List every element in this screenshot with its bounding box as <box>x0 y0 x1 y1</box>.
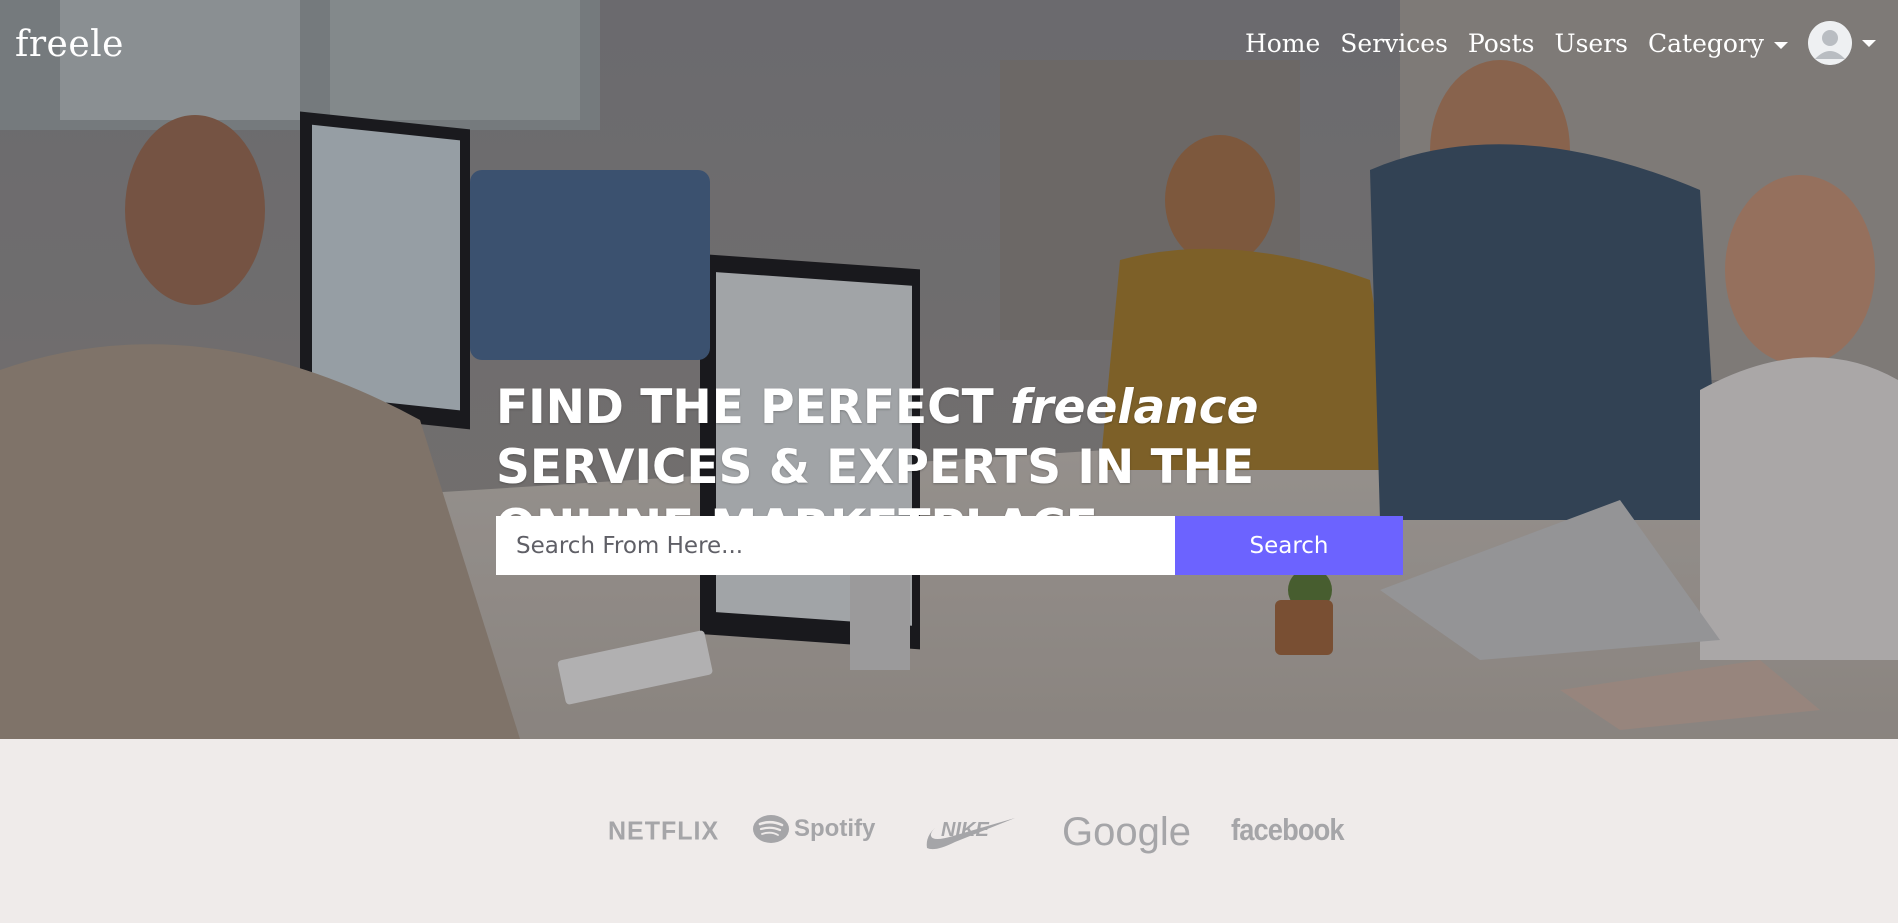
nike-logo: NIKE <box>925 812 1017 856</box>
hero-search-form: Search <box>496 516 1403 575</box>
netflix-logo: NETFLIX <box>608 816 720 846</box>
brand-logo[interactable]: freele <box>15 24 124 65</box>
nav-users[interactable]: Users <box>1555 29 1628 58</box>
search-input[interactable] <box>496 516 1175 575</box>
hero-section: freele Home Services Posts Users Categor… <box>0 0 1898 739</box>
nike-swoosh-icon: NIKE <box>926 818 1015 850</box>
nike-wordmark: NIKE <box>941 819 989 841</box>
spotify-logo: Spotify <box>752 814 875 844</box>
headline-emphasis: freelance <box>1010 380 1259 435</box>
nav-links: Home Services Posts Users Category <box>1225 20 1876 66</box>
headline-part1: FIND THE PERFECT <box>496 380 1011 435</box>
chevron-down-icon <box>1774 41 1788 49</box>
user-avatar-icon <box>1808 21 1852 65</box>
nav-category-dropdown[interactable]: Category <box>1648 29 1788 58</box>
search-button[interactable]: Search <box>1175 516 1403 575</box>
top-navbar: freele Home Services Posts Users Categor… <box>0 0 1898 86</box>
google-logo: Google <box>1062 810 1191 854</box>
nav-services[interactable]: Services <box>1340 29 1448 58</box>
nav-home[interactable]: Home <box>1245 29 1320 58</box>
hero-dark-overlay <box>0 0 1898 739</box>
facebook-logo: facebook <box>1231 812 1345 847</box>
spotify-wordmark: Spotify <box>794 815 876 842</box>
nav-category-label: Category <box>1647 28 1764 58</box>
chevron-down-icon <box>1862 39 1876 47</box>
spotify-icon <box>753 815 789 843</box>
user-menu-dropdown[interactable] <box>1808 21 1876 65</box>
nav-posts[interactable]: Posts <box>1468 29 1535 58</box>
